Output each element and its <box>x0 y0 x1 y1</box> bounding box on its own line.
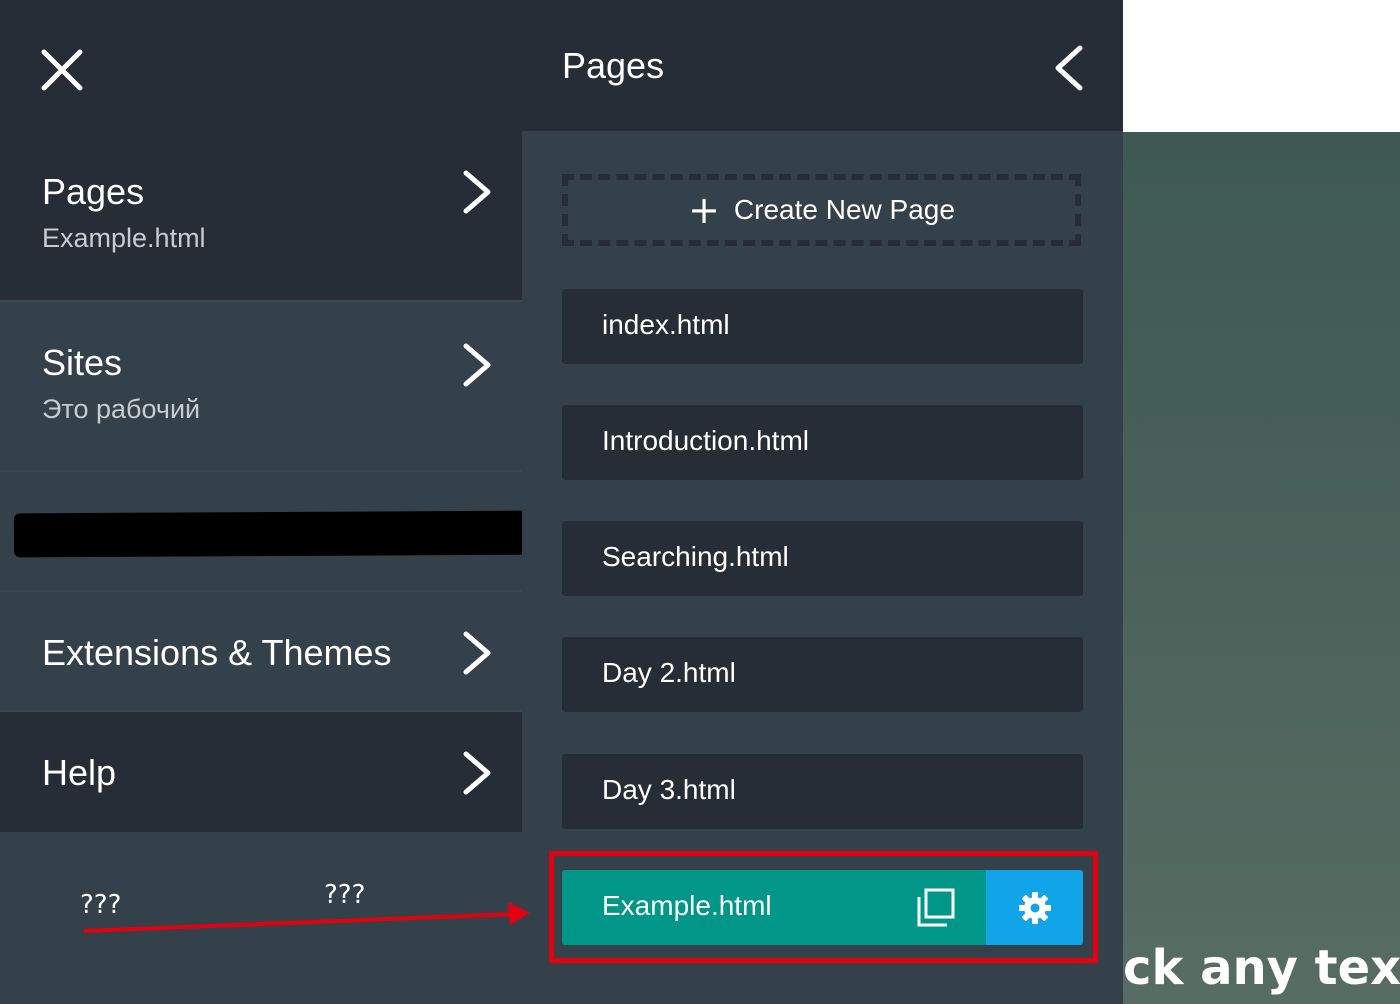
page-list-item-active[interactable]: Example.html <box>562 870 1083 945</box>
chevron-right-icon <box>463 343 491 387</box>
editor-canvas[interactable]: ck any text <box>1123 132 1400 1004</box>
page-settings-button[interactable] <box>986 870 1083 945</box>
page-list-item[interactable]: Day 3.html <box>562 754 1083 829</box>
page-list-item[interactable]: Introduction.html <box>562 405 1083 480</box>
page-name: Searching.html <box>602 541 789 572</box>
page-name: Example.html <box>602 890 772 921</box>
main-menu-panel: Pages Example.html Sites Это рабочий Ext… <box>0 0 537 1004</box>
page-name: index.html <box>602 309 730 340</box>
chevron-left-icon[interactable] <box>1054 44 1084 92</box>
pages-panel-title: Pages <box>562 45 665 86</box>
page-list-item[interactable]: index.html <box>562 289 1083 364</box>
annotation-label: ??? <box>80 890 122 920</box>
page-name: Day 3.html <box>602 774 736 805</box>
page-name: Introduction.html <box>602 425 809 456</box>
create-new-page-button[interactable]: + Create New Page <box>562 174 1081 246</box>
menu-item-pages[interactable]: Pages Example.html <box>0 131 522 302</box>
pages-panel: Pages + Create New Page index.html Intro… <box>522 0 1123 1004</box>
menu-item-sites-subtitle: Это рабочий <box>42 394 201 424</box>
canvas-text: ck any text <box>1123 940 1400 996</box>
chevron-right-icon <box>463 631 491 675</box>
chevron-right-icon <box>463 751 491 795</box>
chevron-right-icon <box>463 170 491 214</box>
menu-item-help-title: Help <box>42 752 117 793</box>
menu-item-sites[interactable]: Sites Это рабочий <box>0 302 522 472</box>
menu-item-pages-subtitle: Example.html <box>42 223 206 253</box>
menu-item-sites-title: Sites <box>42 342 123 383</box>
create-new-page-label: Create New Page <box>733 194 955 225</box>
main-menu-header: Pages Example.html <box>0 0 522 302</box>
menu-item-extensions[interactable]: Extensions & Themes <box>0 592 522 712</box>
annotation-label: ??? <box>324 880 366 910</box>
page-name: Day 2.html <box>602 657 736 688</box>
page-list-item[interactable]: Day 2.html <box>562 637 1083 712</box>
pages-panel-header: Pages <box>522 0 1123 131</box>
menu-item-pages-title: Pages <box>42 171 145 212</box>
close-icon[interactable] <box>40 48 84 92</box>
gear-icon <box>1018 891 1051 924</box>
redaction-mark <box>13 510 537 558</box>
duplicate-icon[interactable] <box>916 888 956 928</box>
page-list-item[interactable]: Searching.html <box>562 521 1083 596</box>
plus-icon: + <box>688 188 720 232</box>
menu-item-extensions-title: Extensions & Themes <box>42 632 392 673</box>
menu-item-help[interactable]: Help <box>0 712 522 832</box>
